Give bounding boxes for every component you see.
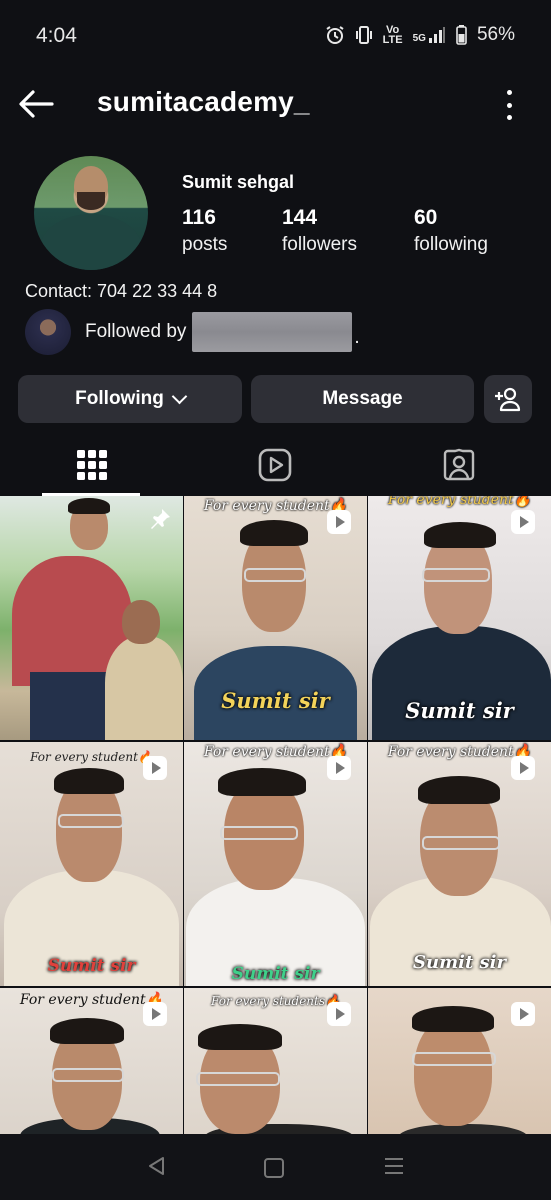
- post-thumbnail[interactable]: For every students🔥: [184, 988, 367, 1138]
- volte-indicator: Vo LTE: [382, 24, 403, 46]
- message-button-label: Message: [322, 388, 403, 409]
- post-name-label: Sumit sir: [221, 688, 330, 713]
- reel-icon: [327, 510, 351, 534]
- post-thumbnail[interactable]: For every student🔥 Sumit sir: [368, 742, 551, 986]
- followers-count: 144: [282, 206, 318, 229]
- bio-contact: Contact: 704 22 33 44 8: [25, 281, 218, 301]
- back-button[interactable]: [16, 86, 56, 122]
- post-thumbnail[interactable]: [0, 496, 183, 740]
- posts-label: posts: [182, 234, 228, 255]
- post-thumbnail[interactable]: For every student🔥 Sumit sir: [184, 496, 367, 740]
- reel-icon: [511, 1002, 535, 1026]
- followers-stat[interactable]: 144 followers: [282, 206, 357, 256]
- reel-icon: [511, 756, 535, 780]
- reel-icon: [327, 756, 351, 780]
- posts-grid: For every student🔥 Sumit sir For every s…: [0, 496, 551, 1138]
- signal-icon: 5G: [413, 26, 446, 44]
- post-name-label: Sumit sir: [405, 698, 514, 723]
- tab-reels[interactable]: [183, 434, 366, 496]
- alarm-icon: [326, 26, 344, 44]
- arrow-left-icon: [19, 90, 54, 118]
- profile-avatar[interactable]: [34, 156, 148, 270]
- following-button-label: Following: [75, 388, 164, 409]
- following-stat[interactable]: 60 following: [414, 206, 488, 256]
- redacted-names: [192, 312, 353, 352]
- post-thumbnail[interactable]: For every student🔥 Sumit sir: [0, 742, 183, 986]
- grid-icon: [76, 450, 107, 480]
- person-add-icon: [495, 387, 521, 412]
- post-caption: For every student🔥: [387, 496, 532, 508]
- followed-by-row[interactable]: Followed by .: [25, 309, 360, 355]
- battery-icon: [456, 25, 467, 45]
- profile-username: sumitacademy_: [97, 86, 310, 117]
- nav-back-icon[interactable]: [147, 1156, 165, 1176]
- vibrate-icon: [355, 26, 372, 44]
- post-thumbnail[interactable]: For every student🔥 Sumit sir: [184, 742, 367, 986]
- post-thumbnail[interactable]: For every student🔥: [0, 988, 183, 1138]
- pin-icon: [151, 509, 170, 529]
- post-thumbnail[interactable]: For every student🔥 Sumit sir: [368, 496, 551, 740]
- profile-header: sumitacademy_: [0, 72, 551, 136]
- message-button[interactable]: Message: [251, 375, 474, 423]
- followers-label: followers: [282, 234, 357, 255]
- posts-stat[interactable]: 116 posts: [182, 206, 227, 256]
- nav-recent-apps-icon[interactable]: [385, 1158, 403, 1176]
- nav-home-icon[interactable]: [264, 1158, 284, 1178]
- tab-tagged[interactable]: [367, 434, 550, 496]
- following-count: 60: [414, 206, 438, 229]
- followed-by-text: Followed by: [85, 321, 187, 342]
- tab-posts-grid[interactable]: [0, 434, 183, 496]
- post-name-label: Sumit sir: [231, 964, 320, 984]
- add-user-button[interactable]: [484, 375, 532, 423]
- mutual-follower-avatar: [25, 309, 71, 355]
- status-bar: 4:04 Vo LTE 5G 56%: [0, 0, 551, 72]
- post-name-label: Sumit sir: [412, 952, 506, 973]
- following-button[interactable]: Following: [18, 375, 242, 423]
- status-icons: Vo LTE 5G 56%: [325, 24, 515, 46]
- more-vertical-icon: [506, 90, 512, 95]
- post-name-label: Sumit sir: [47, 956, 136, 976]
- following-label: following: [414, 234, 488, 255]
- post-thumbnail[interactable]: [368, 988, 551, 1138]
- reel-icon: [143, 756, 167, 780]
- more-options-button[interactable]: [503, 90, 515, 120]
- battery-percent: 56%: [476, 24, 515, 45]
- reel-icon: [511, 510, 535, 534]
- posts-count: 116: [182, 206, 216, 229]
- tagged-icon: [443, 448, 474, 481]
- system-navigation-bar: [0, 1134, 551, 1200]
- profile-tabs: [0, 434, 551, 496]
- display-name: Sumit sehgal: [182, 172, 295, 192]
- reel-icon: [143, 1002, 167, 1026]
- reel-icon: [327, 1002, 351, 1026]
- reels-icon: [258, 448, 291, 482]
- status-time: 4:04: [36, 24, 77, 47]
- chevron-down-icon: [171, 388, 188, 404]
